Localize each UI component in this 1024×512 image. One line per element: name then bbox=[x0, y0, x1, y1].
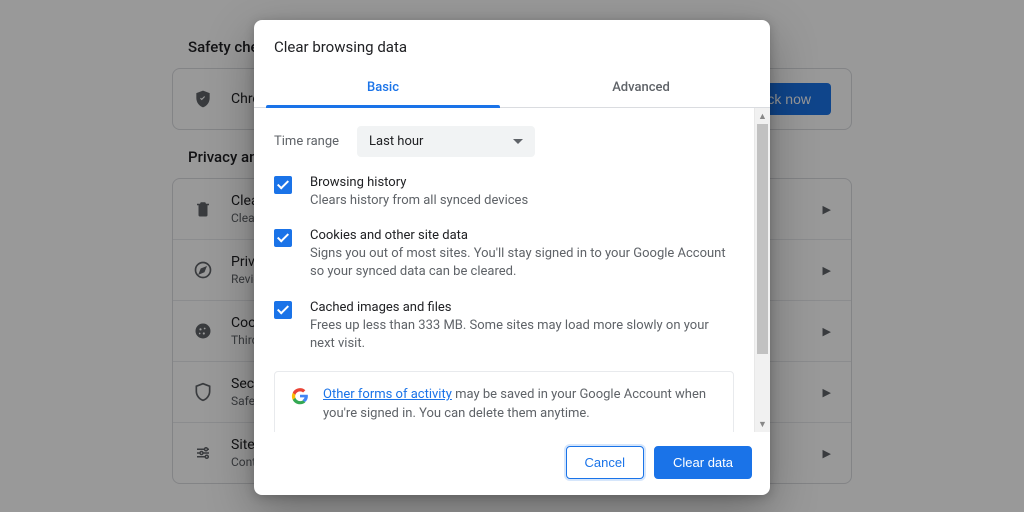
google-g-icon bbox=[291, 387, 309, 405]
option-sub: Frees up less than 333 MB. Some sites ma… bbox=[310, 317, 734, 353]
time-range-row: Time range Last hour bbox=[274, 126, 734, 157]
clear-browsing-data-dialog: Clear browsing data Basic Advanced Time … bbox=[254, 20, 770, 495]
time-range-select[interactable]: Last hour bbox=[357, 126, 535, 157]
scrollbar[interactable]: ▲ ▼ bbox=[754, 108, 770, 432]
tab-advanced[interactable]: Advanced bbox=[512, 70, 770, 107]
info-text: Other forms of activity may be saved in … bbox=[323, 386, 717, 424]
scroll-down-arrow-icon[interactable]: ▼ bbox=[755, 416, 770, 432]
dialog-title: Clear browsing data bbox=[254, 20, 770, 70]
checkbox-browsing-history[interactable] bbox=[274, 176, 292, 194]
option-sub: Clears history from all synced devices bbox=[310, 192, 528, 210]
option-cached[interactable]: Cached images and files Frees up less th… bbox=[274, 300, 734, 353]
option-title: Browsing history bbox=[310, 175, 528, 190]
scrollbar-thumb[interactable] bbox=[757, 124, 768, 354]
dialog-body: Time range Last hour Browsing history Cl… bbox=[254, 108, 770, 432]
tab-basic[interactable]: Basic bbox=[254, 70, 512, 107]
dialog-footer: Cancel Clear data bbox=[254, 432, 770, 495]
google-account-info-box: Other forms of activity may be saved in … bbox=[274, 371, 734, 432]
checkbox-cookies[interactable] bbox=[274, 229, 292, 247]
option-title: Cached images and files bbox=[310, 300, 734, 315]
clear-data-button[interactable]: Clear data bbox=[654, 446, 752, 479]
time-range-label: Time range bbox=[274, 134, 339, 149]
cancel-button[interactable]: Cancel bbox=[566, 446, 644, 479]
scroll-up-arrow-icon[interactable]: ▲ bbox=[755, 108, 770, 124]
checkbox-cached[interactable] bbox=[274, 301, 292, 319]
dialog-tabs: Basic Advanced bbox=[254, 70, 770, 108]
option-cookies[interactable]: Cookies and other site data Signs you ou… bbox=[274, 228, 734, 281]
option-title: Cookies and other site data bbox=[310, 228, 734, 243]
time-range-value: Last hour bbox=[369, 134, 423, 149]
chevron-down-icon bbox=[513, 139, 523, 144]
option-browsing-history[interactable]: Browsing history Clears history from all… bbox=[274, 175, 734, 210]
option-sub: Signs you out of most sites. You'll stay… bbox=[310, 245, 734, 281]
other-forms-link[interactable]: Other forms of activity bbox=[323, 387, 452, 402]
